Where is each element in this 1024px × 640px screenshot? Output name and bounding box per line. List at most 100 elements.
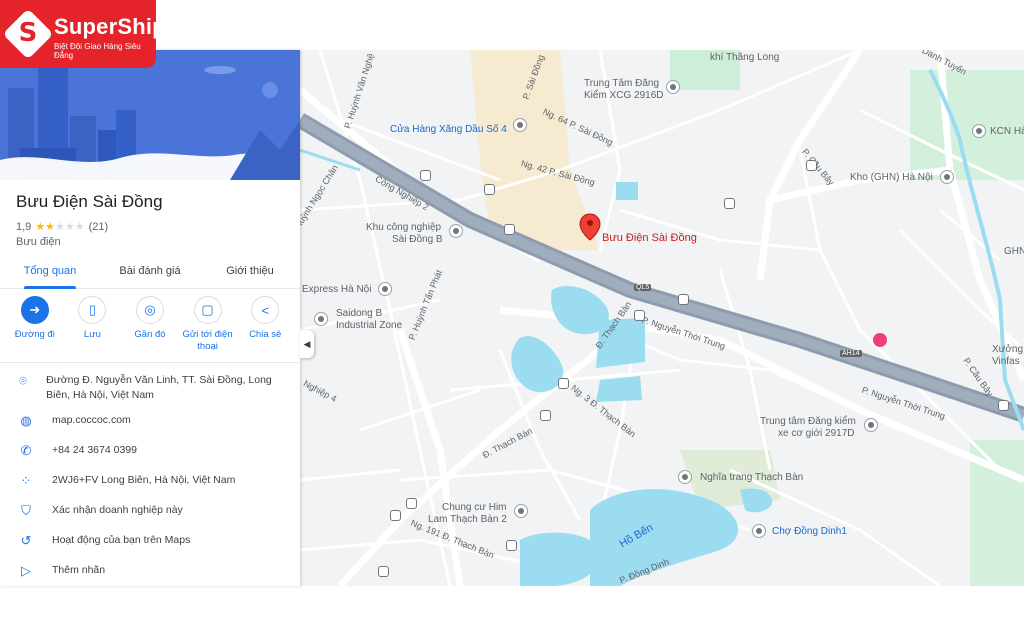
poi-marker[interactable] <box>314 312 328 326</box>
action-bar: ➜ Đường đi ▯ Lưu ◎ Gần đó ▢ Gửi tới điện… <box>0 296 300 353</box>
cemetery-marker[interactable] <box>678 470 692 484</box>
map-label: Khu công nghiệp <box>366 222 442 233</box>
action-label: Chia sẻ <box>249 329 282 340</box>
bus-stop-icon[interactable] <box>558 378 569 389</box>
action-label: Gửi tới điện thoại <box>182 329 233 352</box>
info-list: ⌾ Đường Đ. Nguyễn Văn Linh, TT. Sài Đồng… <box>0 368 300 586</box>
add-label-text: Thêm nhãn <box>52 564 106 576</box>
send-to-phone-icon: ▢ <box>193 296 222 324</box>
address-row[interactable]: ⌾ Đường Đ. Nguyễn Văn Linh, TT. Sài Đồng… <box>0 368 300 408</box>
map-label: Cửa Hàng Xăng Dầu Số 4 <box>390 124 507 135</box>
bus-stop-icon[interactable] <box>504 224 515 235</box>
bus-stop-icon[interactable] <box>634 310 645 321</box>
maps-activity-text: Hoạt động của bạn trên Maps <box>52 534 191 546</box>
map-label: Xưởng <box>992 344 1024 355</box>
address-text: Đường Đ. Nguyễn Văn Linh, TT. Sài Đồng, … <box>46 374 272 401</box>
map-label: Vinfas <box>992 356 1020 367</box>
bookmark-icon: ▯ <box>78 296 107 324</box>
share-icon: < <box>251 296 280 324</box>
claim-business-text: Xác nhận doanh nghiệp này <box>52 504 183 516</box>
logo-mark-letter: S <box>18 18 38 48</box>
route-shield-ql5: QL5 <box>634 284 652 291</box>
action-label: Đường đi <box>14 329 55 340</box>
bus-stop-icon[interactable] <box>678 294 689 305</box>
phone-icon: ✆ <box>20 443 32 458</box>
map-label: Nghĩa trang Thạch Bàn <box>700 472 804 483</box>
location-pin-icon: ⌾ <box>19 373 27 388</box>
place-panel: Bưu Điện Sài Đồng 1,9 ★★★★★ (21) Bưu điệ… <box>0 50 300 586</box>
poi-marker[interactable] <box>449 224 463 238</box>
save-button[interactable]: ▯ Lưu <box>64 296 120 353</box>
map-label: khí Thăng Long <box>710 52 780 63</box>
lake-ho-ben <box>590 489 739 586</box>
bus-stop-icon[interactable] <box>724 198 735 209</box>
website-text: map.coccoc.com <box>52 414 131 426</box>
tab-reviews[interactable]: Bài đánh giá <box>100 256 200 288</box>
shop-marker <box>873 333 887 347</box>
supership-logo: S SuperShip Biệt Đội Giao Hàng Siêu Đẳng <box>0 0 166 68</box>
map-label: Chợ Đồng Dinh1 <box>772 526 847 537</box>
place-tabs: Tổng quan Bài đánh giá Giới thiệu <box>0 256 300 289</box>
gas-station-marker[interactable] <box>513 118 527 132</box>
poi-marker[interactable] <box>940 170 954 184</box>
rating-row[interactable]: 1,9 ★★★★★ (21) <box>16 220 109 234</box>
bus-stop-icon[interactable] <box>484 184 495 195</box>
action-label: Lưu <box>83 329 101 340</box>
logo-name: SuperShip <box>54 14 166 39</box>
bus-stop-icon[interactable] <box>378 566 389 577</box>
website-row[interactable]: ◍ map.coccoc.com <box>0 408 300 438</box>
tab-about[interactable]: Giới thiệu <box>200 256 300 288</box>
bus-stop-icon[interactable] <box>420 170 431 181</box>
maps-activity-row[interactable]: ↺ Hoạt động của bạn trên Maps <box>0 528 300 558</box>
rating-stars: ★★★★★ <box>35 221 85 233</box>
poi-marker[interactable] <box>378 282 392 296</box>
tab-overview[interactable]: Tổng quan <box>0 256 100 289</box>
add-label-row[interactable]: ▷ Thêm nhãn <box>0 558 300 586</box>
plus-code-icon: ⁘ <box>20 473 32 488</box>
poi-marker[interactable] <box>972 124 986 138</box>
bus-stop-icon[interactable] <box>806 160 817 171</box>
screenshot-stage: khí Thăng Long Danh Tuyến P. Sài Đồng Tr… <box>0 0 1024 640</box>
lake <box>520 532 601 586</box>
collapse-panel-button[interactable]: ◀ <box>300 330 314 358</box>
market-marker[interactable] <box>752 524 766 538</box>
directions-button[interactable]: ➜ Đường đi <box>7 296 63 353</box>
phone-row[interactable]: ✆ +84 24 3674 0399 <box>0 438 300 468</box>
map-label: KCN Hà <box>990 126 1024 137</box>
poi-marker[interactable] <box>514 504 528 518</box>
history-icon: ↺ <box>20 533 32 548</box>
plus-code-row[interactable]: ⁘ 2WJ6+FV Long Biên, Hà Nội, Việt Nam <box>0 468 300 498</box>
map-label: Express Hà Nội <box>302 284 372 295</box>
map-label: Chung cư Him <box>442 502 507 513</box>
bus-stop-icon[interactable] <box>540 410 551 421</box>
claim-business-row[interactable]: ⛉ Xác nhận doanh nghiệp này <box>0 498 300 528</box>
hero-illustration <box>0 50 300 180</box>
directions-icon: ➜ <box>20 296 49 324</box>
map-label: Kho (GHN) Hà Nội <box>850 172 933 183</box>
logo-tagline: Biệt Đội Giao Hàng Siêu Đẳng <box>54 42 141 60</box>
share-button[interactable]: < Chia sẻ <box>237 296 293 353</box>
phone-text: +84 24 3674 0399 <box>52 444 137 456</box>
map-label: Saidong B <box>336 308 383 319</box>
place-category[interactable]: Bưu điện <box>16 236 61 248</box>
chevron-left-icon: ◀ <box>303 338 311 349</box>
review-count[interactable]: (21) <box>89 221 109 233</box>
bus-stop-icon[interactable] <box>998 400 1009 411</box>
label-icon: ▷ <box>21 563 31 578</box>
bus-stop-icon[interactable] <box>506 540 517 551</box>
map-label: xe cơ giới 2917D <box>778 428 855 439</box>
nearby-icon: ◎ <box>135 296 164 324</box>
poi-marker[interactable] <box>864 418 878 432</box>
selected-place-label[interactable]: Bưu Điện Sài Đồng <box>602 232 697 244</box>
divider <box>0 362 300 363</box>
route-shield-ah14: AH14 <box>840 350 862 357</box>
poi-marker[interactable] <box>666 80 680 94</box>
nearby-button[interactable]: ◎ Gần đó <box>122 296 178 353</box>
action-label: Gần đó <box>134 329 166 340</box>
bus-stop-icon[interactable] <box>390 510 401 521</box>
map-canvas[interactable]: khí Thăng Long Danh Tuyến P. Sài Đồng Tr… <box>300 50 1024 586</box>
verified-shield-icon: ⛉ <box>21 503 31 518</box>
send-to-phone-button[interactable]: ▢ Gửi tới điện thoại <box>180 296 236 353</box>
map-label: Trung tâm Đăng kiểm <box>760 416 856 427</box>
bus-stop-icon[interactable] <box>406 498 417 509</box>
